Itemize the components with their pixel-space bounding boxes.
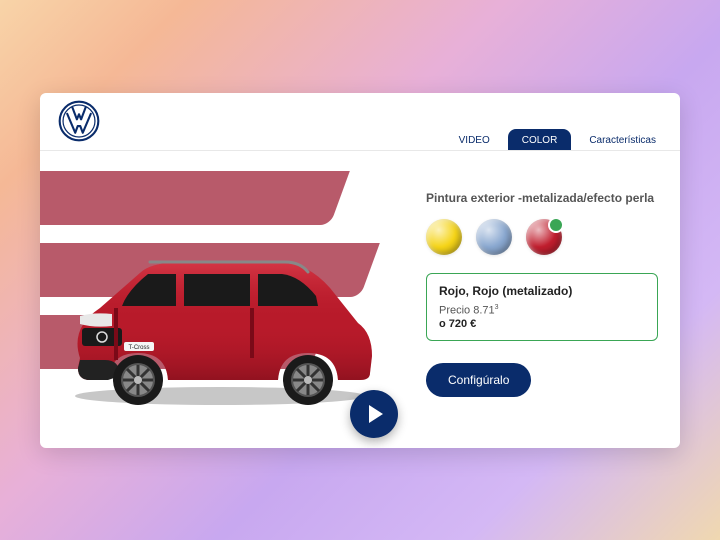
swatch-rojo[interactable] bbox=[526, 219, 562, 255]
car-image: T-Cross bbox=[50, 238, 390, 408]
configurator-card: VIDEO COLOR Características bbox=[40, 93, 680, 448]
content: T-Cross bbox=[40, 151, 680, 448]
configure-button[interactable]: Configúralo bbox=[426, 363, 531, 397]
selection-alt-price: o 720 € bbox=[439, 318, 645, 330]
tab-features[interactable]: Características bbox=[575, 129, 670, 150]
vw-logo-icon bbox=[58, 100, 100, 142]
swatch-row bbox=[426, 219, 658, 255]
preview-pane: T-Cross bbox=[40, 151, 410, 448]
header: VIDEO COLOR Características bbox=[40, 93, 680, 151]
play-button[interactable] bbox=[350, 390, 398, 438]
selection-price: Precio 8.713 bbox=[439, 304, 645, 317]
selection-name: Rojo, Rojo (metalizado) bbox=[439, 284, 645, 298]
tab-color[interactable]: COLOR bbox=[508, 129, 572, 150]
tab-bar: VIDEO COLOR Características bbox=[445, 93, 670, 150]
tab-video[interactable]: VIDEO bbox=[445, 129, 504, 150]
swatch-azul[interactable] bbox=[476, 219, 512, 255]
section-title: Pintura exterior -metalizada/efecto perl… bbox=[426, 191, 658, 205]
svg-text:T-Cross: T-Cross bbox=[129, 345, 150, 351]
color-panel: Pintura exterior -metalizada/efecto perl… bbox=[410, 151, 680, 448]
swatch-amarillo[interactable] bbox=[426, 219, 462, 255]
selection-detail: Rojo, Rojo (metalizado) Precio 8.713 o 7… bbox=[426, 273, 658, 342]
